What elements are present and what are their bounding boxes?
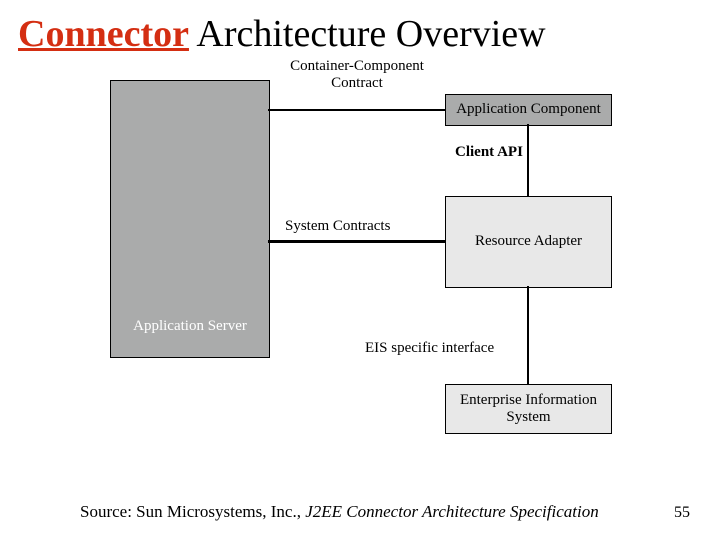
- box-resource-adapter: Resource Adapter: [445, 196, 612, 288]
- page-number: 55: [674, 504, 690, 522]
- label-eis-specific-interface: EIS specific interface: [365, 340, 494, 357]
- box-application-component: Application Component: [445, 94, 612, 126]
- line-component-to-adapter: [527, 124, 529, 196]
- box-enterprise-information-system: Enterprise Information System: [445, 384, 612, 434]
- box-application-component-label: Application Component: [456, 101, 601, 118]
- box-resource-adapter-label: Resource Adapter: [475, 233, 582, 250]
- source-prefix: Source: Sun Microsystems, Inc.,: [80, 502, 305, 521]
- title-rest: Architecture Overview: [189, 13, 546, 55]
- line-appserver-to-adapter: [268, 240, 445, 243]
- box-application-server: Application Server: [110, 80, 270, 358]
- label-system-contracts: System Contracts: [285, 218, 390, 235]
- page-title: Connector Architecture Overview: [18, 12, 546, 56]
- source-citation: Source: Sun Microsystems, Inc., J2EE Con…: [80, 502, 599, 522]
- line-adapter-to-eis: [527, 286, 529, 384]
- box-application-server-label: Application Server: [133, 318, 247, 335]
- label-client-api: Client API: [455, 144, 523, 161]
- line-appserver-to-component: [268, 109, 445, 111]
- source-italic: J2EE Connector Architecture Specificatio…: [305, 502, 598, 521]
- box-eis-label: Enterprise Information System: [460, 392, 597, 427]
- diagram-canvas: Application Server Container-Component C…: [110, 62, 610, 462]
- label-container-component-contract: Container-Component Contract: [272, 58, 442, 92]
- title-accent: Connector: [18, 13, 189, 55]
